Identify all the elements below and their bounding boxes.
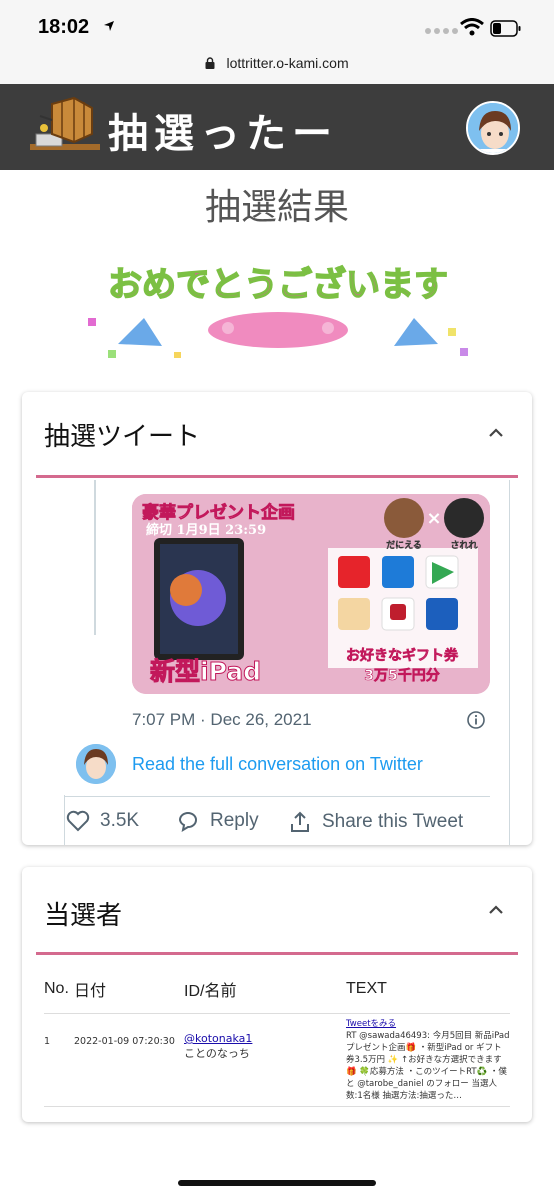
column-header-text: TEXT	[346, 977, 510, 1014]
embed-border	[509, 480, 510, 845]
site-title[interactable]: 抽選ったー	[108, 101, 338, 159]
read-full-conversation-link[interactable]: Read the full conversation on Twitter	[132, 754, 423, 775]
congratulations-banner: おめでとうございます	[88, 264, 468, 358]
column-header-id: ID/名前	[184, 977, 346, 1014]
winner-handle-link[interactable]: @kotonaka1	[184, 1032, 346, 1045]
tweet-card: 抽選ツイート 豪華プレゼント企画 締切 1月9日 23:59 だにえる されれ	[22, 392, 532, 845]
tweet-actions: 3.5K Reply Share this Tweet	[66, 810, 496, 838]
avatar-illustration-icon	[76, 744, 116, 784]
reply-bubble-icon	[178, 812, 197, 832]
tweet-timestamp[interactable]: 7:07 PM · Dec 26, 2021	[132, 710, 312, 730]
lock-icon	[205, 57, 215, 69]
tweet-image[interactable]: 豪華プレゼント企画 締切 1月9日 23:59 だにえる されれ × 新型iPa…	[132, 494, 490, 694]
winner-tweet-text: RT @sawada46493: 今月5回目 新品iPad プレゼント企画🎁 ・…	[346, 1031, 510, 1101]
winners-card-title: 当選者	[44, 901, 123, 931]
home-indicator[interactable]	[178, 1180, 376, 1186]
page-title: 抽選結果	[204, 187, 349, 228]
promo-person-2: されれ	[450, 540, 477, 551]
thread-line	[94, 480, 96, 635]
embed-border	[64, 795, 65, 845]
like-button[interactable]: 3.5K	[66, 810, 139, 832]
winner-date: 2022-01-09 07:20:30	[74, 1013, 184, 1107]
cross-mark-icon: ×	[426, 508, 441, 529]
promo-product: 新型iPad	[150, 657, 261, 686]
wifi-icon	[460, 18, 484, 36]
lottery-drum-logo-icon[interactable]	[22, 94, 102, 158]
status-bar: 18:02	[0, 0, 554, 52]
share-label: Share this Tweet	[322, 811, 464, 832]
divider	[36, 475, 518, 478]
column-header-no: No.	[44, 977, 74, 1014]
divider	[64, 796, 490, 797]
table-row: 1 2022-01-09 07:20:30 @kotonaka1 ことのなっち …	[44, 1013, 510, 1107]
reply-label: Reply	[210, 810, 259, 831]
signal-dots-icon	[425, 28, 458, 34]
column-header-date: 日付	[74, 977, 184, 1014]
share-icon	[291, 811, 309, 832]
winners-card: 当選者 No. 日付 ID/名前 TEXT 1 2022-01-09 07:20…	[22, 867, 532, 1122]
reply-button[interactable]: Reply	[176, 810, 259, 832]
promo-deadline: 締切 1月9日 23:59	[146, 522, 266, 538]
view-tweet-link[interactable]: Tweetをみる	[346, 1018, 510, 1030]
chevron-up-icon[interactable]	[488, 428, 504, 438]
winner-no: 1	[44, 1013, 74, 1107]
congrats-text: おめでとうございます	[108, 265, 448, 305]
author-avatar[interactable]	[76, 744, 116, 784]
status-time: 18:02	[38, 16, 90, 38]
avatar-illustration-icon	[468, 103, 518, 153]
address-bar[interactable]: lottritter.o-kami.com	[0, 52, 554, 84]
share-tweet-button[interactable]: Share this Tweet	[288, 810, 463, 834]
winner-name: ことのなっち	[184, 1047, 250, 1060]
promo-gift-line-1: お好きなギフト券	[346, 647, 459, 664]
site-header: 抽選ったー	[0, 84, 554, 170]
like-count: 3.5K	[100, 810, 140, 831]
promo-graphic: 豪華プレゼント企画 締切 1月9日 23:59 だにえる されれ × 新型iPa…	[132, 494, 490, 694]
table-header-row: No. 日付 ID/名前 TEXT	[44, 977, 510, 1014]
divider	[36, 952, 518, 955]
location-arrow-icon	[104, 21, 114, 31]
winners-table: No. 日付 ID/名前 TEXT 1 2022-01-09 07:20:30 …	[44, 977, 510, 1107]
promo-person-1: だにえる	[386, 540, 422, 551]
battery-icon	[490, 20, 521, 37]
url-text: lottritter.o-kami.com	[226, 55, 349, 71]
promo-gift-line-2: 3万5千円分	[364, 667, 439, 684]
tweet-card-title: 抽選ツイート	[44, 422, 201, 452]
chevron-up-icon[interactable]	[488, 905, 504, 915]
heart-icon	[66, 810, 90, 832]
info-icon[interactable]	[466, 710, 486, 730]
promo-headline: 豪華プレゼント企画	[142, 502, 295, 523]
user-avatar[interactable]	[466, 101, 520, 155]
